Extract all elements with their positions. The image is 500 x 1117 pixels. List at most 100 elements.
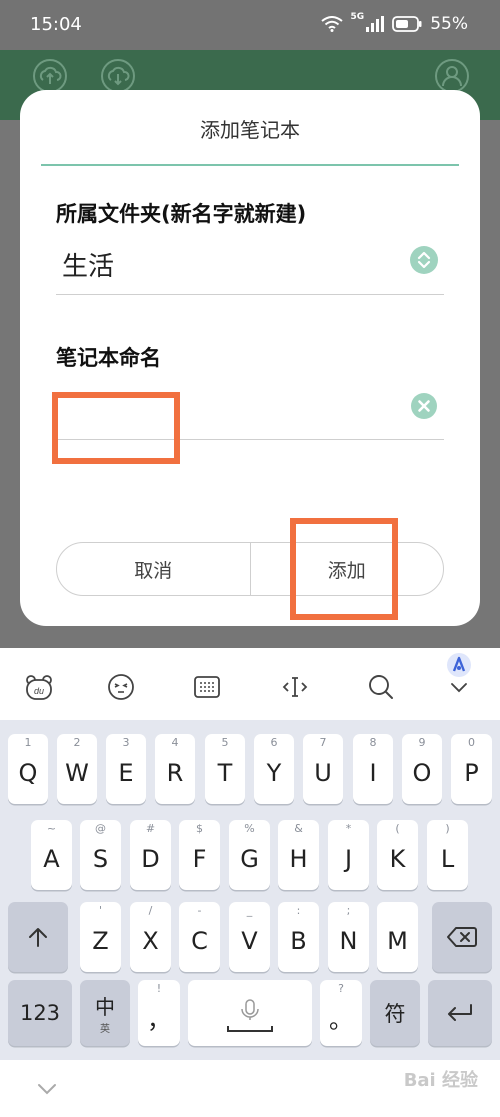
key-a[interactable]: ~ A [31,820,72,890]
key-label: I [369,759,377,787]
key-label: Y [266,759,282,787]
backspace-key[interactable] [432,902,492,972]
key-h[interactable]: & H [278,820,319,890]
key-hint: 4 [171,736,179,749]
cursor-move-icon[interactable] [280,672,310,702]
emoji-bear-icon[interactable]: du [24,672,54,702]
key-q[interactable]: 1Q [8,734,48,804]
key-hint: 1 [24,736,32,749]
key-m[interactable]: M [377,902,418,972]
key-hint: ? [338,982,344,995]
key-y[interactable]: 6Y [254,734,294,804]
key-hint: 7 [319,736,327,749]
key-o[interactable]: 9O [402,734,442,804]
comma-key[interactable]: !， [138,980,180,1046]
key-r[interactable]: 4R [155,734,195,804]
key-b[interactable]: :B [278,902,319,972]
key-w[interactable]: 2W [57,734,97,804]
folder-select[interactable]: 生活 [62,246,114,283]
period-key[interactable]: ?。 [320,980,362,1046]
key-hint: ) [445,822,450,835]
key-j[interactable]: * J [328,820,369,890]
shift-key[interactable] [8,902,68,972]
key-c[interactable]: -C [179,902,220,972]
key-hint: 9 [418,736,426,749]
key-hint: / [148,904,153,917]
language-switch-key[interactable]: 中 英 [80,980,130,1046]
emoji-face-icon[interactable] [106,672,136,702]
symbols-key[interactable]: 符 [370,980,420,1046]
key-label: 。 [329,1005,353,1034]
key-hint: - [197,904,202,917]
enter-icon [448,1004,472,1021]
key-hint: @ [95,822,106,835]
status-indicators: 5G 55% [320,12,468,34]
battery-level: 55% [430,14,468,34]
key-g[interactable]: % G [229,820,270,890]
english-label: 英 [100,1024,110,1035]
key-label: J [344,845,353,873]
key-v[interactable]: _ V [229,902,270,972]
spinner-arrows-icon[interactable] [410,246,438,274]
key-s[interactable]: @ S [80,820,121,890]
cloud-download-icon[interactable] [100,58,136,94]
key-e[interactable]: 3E [106,734,146,804]
key-label: S [92,845,109,873]
key-d[interactable]: # D [130,820,171,890]
key-label: V [241,927,258,955]
key-label: K [389,845,406,873]
enter-key[interactable] [428,980,492,1046]
numbers-key[interactable]: 123 [8,980,72,1046]
key-hint: 3 [122,736,130,749]
key-hint: 8 [369,736,377,749]
add-notebook-dialog: 添加笔记本 所属文件夹(新名字就新建) 生活 笔记本命名 取消 添加 [20,90,480,626]
key-hint: : [296,904,301,917]
highlight-name-input [52,392,180,464]
key-label: C [191,927,208,955]
folder-label: 所属文件夹(新名字就新建) [56,202,307,226]
dialog-title: 添加笔记本 [200,118,300,142]
key-label: R [166,759,184,787]
key-t[interactable]: 5T [205,734,245,804]
key-u[interactable]: 7U [303,734,343,804]
key-l[interactable]: ) L [427,820,468,890]
backspace-icon [447,927,477,947]
battery-icon [392,16,422,32]
key-p[interactable]: 0P [451,734,492,804]
key-n[interactable]: ; N [328,902,369,972]
key-i[interactable]: 8I [353,734,393,804]
key-z[interactable]: ' Z [80,902,121,972]
key-x[interactable]: / X [130,902,171,972]
key-label: O [412,759,432,787]
key-hint: 0 [468,736,475,749]
key-label: H [289,845,308,873]
user-icon[interactable] [434,58,470,94]
key-hint: * [345,822,352,835]
chinese-label: 中 [95,995,115,1019]
folder-underline [56,294,444,295]
clear-icon[interactable] [410,392,438,420]
key-hint: 2 [73,736,81,749]
key-hint: ( [395,822,400,835]
key-f[interactable]: $ F [179,820,220,890]
space-key[interactable] [188,980,312,1046]
cancel-button[interactable]: 取消 [57,543,250,595]
search-icon[interactable] [366,672,396,702]
watermark: Bai 经验 [403,1070,478,1091]
cloud-upload-icon[interactable] [32,58,68,94]
collapse-keyboard-icon[interactable] [444,672,474,702]
keyboard-layout-icon[interactable] [192,672,222,702]
hide-keyboard-icon[interactable] [36,1082,58,1096]
status-time: 15:04 [30,14,82,35]
shift-arrow-icon [29,928,47,947]
title-divider [41,164,459,166]
key-k[interactable]: (K [377,820,418,890]
key-hint: 6 [270,736,278,749]
signal-icon [366,16,385,32]
keyboard-toolbar [0,648,500,720]
key-hint: ' [98,904,103,917]
key-label: F [192,845,207,873]
highlight-add-button [290,518,398,620]
key-hint: _ [246,904,253,917]
wifi-icon [320,16,343,32]
